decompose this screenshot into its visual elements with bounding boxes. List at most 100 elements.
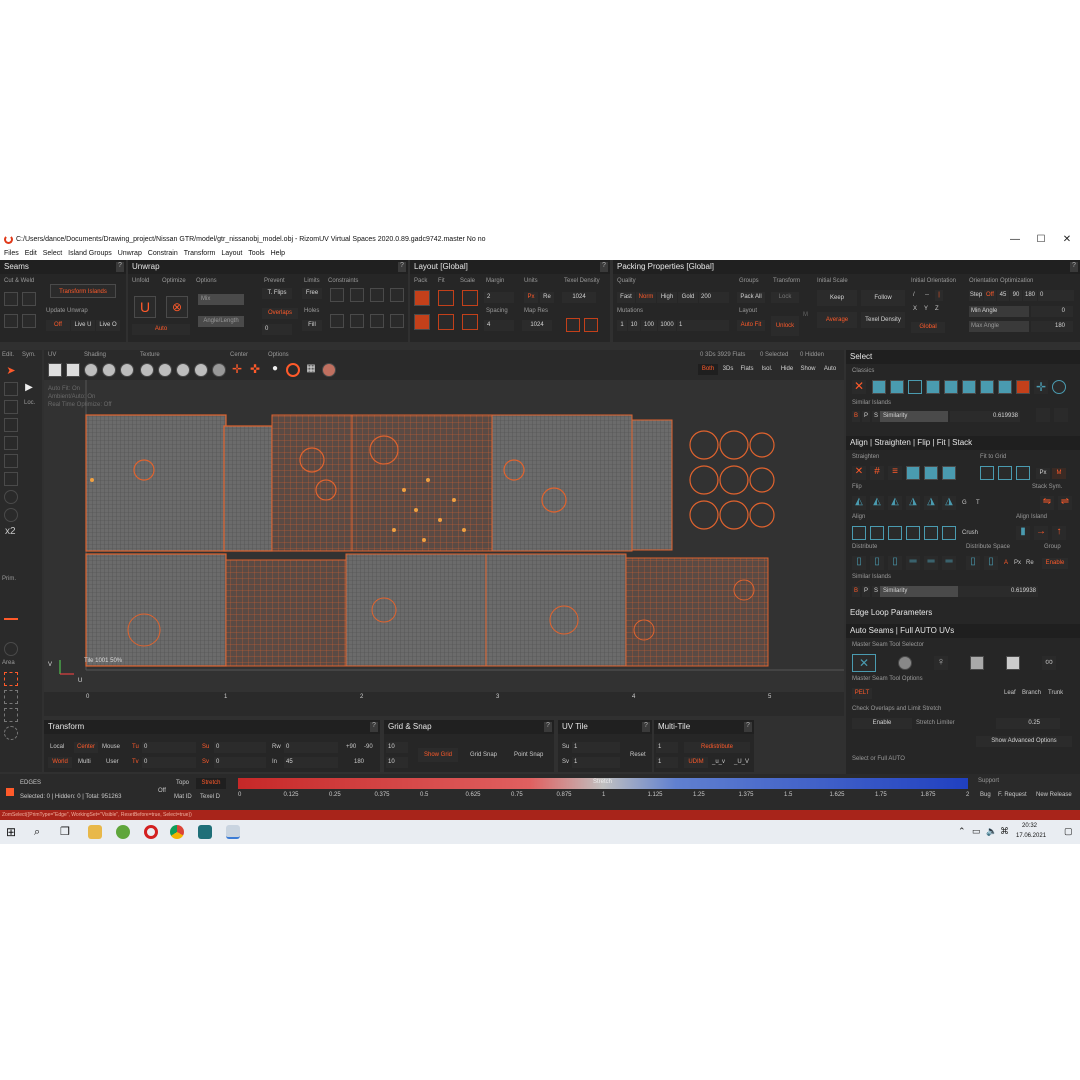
edge-icon[interactable] xyxy=(4,606,18,620)
crush-button[interactable]: Crush xyxy=(962,530,978,536)
zero-field[interactable]: 0 xyxy=(262,324,292,335)
auto-view-button[interactable]: Auto xyxy=(820,364,840,375)
su-field[interactable]: 0 xyxy=(214,742,266,753)
similar-grow-icon[interactable] xyxy=(1054,408,1068,422)
fill-button[interactable]: Fill xyxy=(302,320,322,331)
show-grid-button[interactable]: Show Grid xyxy=(418,748,458,762)
max-angle-field[interactable]: 180 xyxy=(1031,321,1073,332)
align-similar-p-button[interactable]: P xyxy=(862,586,870,597)
trunk-button[interactable]: Trunk xyxy=(1048,690,1063,696)
texture-grid-icon[interactable] xyxy=(176,363,190,377)
free-button[interactable]: Free xyxy=(302,288,322,299)
align-1-icon[interactable] xyxy=(852,526,866,540)
mat-id-button[interactable]: Mat ID xyxy=(174,794,192,800)
mut-1-button[interactable]: 1 xyxy=(617,320,627,331)
box-icon[interactable] xyxy=(4,472,18,486)
box-tool-icon[interactable] xyxy=(1006,656,1020,670)
leaf-button[interactable]: Leaf xyxy=(1004,690,1016,696)
plus-90-button[interactable]: +90 xyxy=(346,744,356,750)
similar-s-button[interactable]: S xyxy=(872,411,880,422)
uv-lower-button[interactable]: _u_v xyxy=(712,759,725,765)
clock-date[interactable]: 17.06.2021 xyxy=(1016,833,1046,839)
weld-loop-icon[interactable] xyxy=(22,314,36,328)
stretch-button[interactable]: Stretch xyxy=(196,778,226,789)
margin-field[interactable]: 2 xyxy=(484,292,514,303)
distribute-6-icon[interactable]: ═ xyxy=(942,556,956,570)
pin-tool-icon[interactable] xyxy=(4,540,18,554)
average-button[interactable]: Average xyxy=(817,312,857,328)
unpin-icon[interactable] xyxy=(330,314,344,328)
keep-button[interactable]: Keep xyxy=(817,290,857,306)
f-request-button[interactable]: F. Request xyxy=(998,792,1027,798)
texture-sphere-icon[interactable] xyxy=(212,363,226,377)
distribute-space-2-icon[interactable]: ▯ xyxy=(984,556,998,570)
link-tool-icon[interactable]: ∞ xyxy=(1042,656,1056,670)
uv-frame-icon[interactable] xyxy=(48,363,62,377)
select-grid-2-icon[interactable] xyxy=(926,380,940,394)
align-similar-b-button[interactable]: B xyxy=(852,586,860,597)
shading-wire-icon[interactable] xyxy=(102,363,116,377)
shading-flat-icon[interactable] xyxy=(84,363,98,377)
symmetry-icon[interactable] xyxy=(22,364,36,378)
sphere-tool-icon[interactable] xyxy=(898,656,912,670)
cursor-icon[interactable]: ▶ xyxy=(22,382,36,396)
similar-p-button[interactable]: P xyxy=(862,411,870,422)
clock-time[interactable]: 20:32 xyxy=(1022,823,1037,829)
overlaps-button[interactable]: Overlaps xyxy=(262,308,298,319)
circle-area-icon[interactable] xyxy=(4,726,18,740)
volume-icon[interactable]: 🔈 xyxy=(986,826,997,837)
3dsmax-icon[interactable] xyxy=(198,825,212,839)
mut-1000-button[interactable]: 1000 xyxy=(658,320,676,331)
flip-5-icon[interactable]: ◮ xyxy=(924,496,938,510)
cross-icon[interactable] xyxy=(350,314,364,328)
pack-all-button[interactable]: Pack All xyxy=(737,292,765,303)
straighten-1-icon[interactable]: ✕ xyxy=(852,466,866,480)
menu-files[interactable]: Files xyxy=(4,250,19,257)
center-cross-icon[interactable]: ✛ xyxy=(230,363,244,377)
similar-b-button[interactable]: B xyxy=(852,411,860,422)
pelt-tool-icon[interactable]: ✕ xyxy=(852,654,876,672)
align-5-icon[interactable] xyxy=(924,526,938,540)
unfold-icon[interactable]: U xyxy=(134,296,156,318)
select-grid-6-icon[interactable] xyxy=(998,380,1012,394)
align-6-icon[interactable] xyxy=(942,526,956,540)
orient-y[interactable]: Y xyxy=(924,306,928,312)
distribute-3-icon[interactable]: ▯ xyxy=(888,556,902,570)
select-cross-icon[interactable]: ✛ xyxy=(1034,380,1048,394)
flip-t-button[interactable]: T xyxy=(976,500,980,506)
unlock-button[interactable]: Unlock xyxy=(771,316,799,336)
optimize-icon[interactable]: ⊗ xyxy=(166,296,188,318)
udim-button[interactable]: UDIM xyxy=(684,757,708,768)
distribute-5-icon[interactable]: ═ xyxy=(924,556,938,570)
mesh-icon[interactable] xyxy=(4,418,18,432)
distribute-1-icon[interactable]: ▯ xyxy=(852,556,866,570)
horizontal-line-icon[interactable] xyxy=(350,288,364,302)
grid-toggle-icon[interactable]: ▦ xyxy=(304,363,318,377)
select-grid-icon[interactable] xyxy=(872,380,886,394)
select-corner-icon[interactable] xyxy=(890,380,904,394)
bulb-icon[interactable]: ● xyxy=(268,363,282,377)
pack-icon[interactable] xyxy=(414,290,430,306)
pin-icon[interactable] xyxy=(330,288,344,302)
norm-button[interactable]: Norm xyxy=(636,292,656,303)
select-grid-4-icon[interactable] xyxy=(962,380,976,394)
shield-icon[interactable] xyxy=(4,558,18,572)
flip-6-icon[interactable]: ◮ xyxy=(942,496,956,510)
select-arrow-icon[interactable]: ➤ xyxy=(4,364,18,378)
texture-checker-icon[interactable] xyxy=(158,363,172,377)
texel-density-button[interactable]: Texel Density xyxy=(861,312,905,328)
pelt-button[interactable]: PELT xyxy=(852,688,872,699)
live-o-button[interactable]: Live O xyxy=(96,320,120,331)
ring-icon[interactable] xyxy=(286,363,300,377)
flip-3-icon[interactable]: ◭ xyxy=(888,496,902,510)
px-button[interactable]: Px xyxy=(524,292,538,303)
redistribute-button[interactable]: Redistribute xyxy=(684,742,750,753)
notifications-icon[interactable]: ▢ xyxy=(1064,826,1073,837)
command-line[interactable]: ZomSelect({PrimType="Edge", WorkingSet="… xyxy=(0,810,1080,820)
fit-grid-2-icon[interactable] xyxy=(998,466,1012,480)
figure-tool-icon[interactable]: ♀ xyxy=(934,656,948,670)
multitile-1b-field[interactable]: 1 xyxy=(656,757,678,768)
opera-icon[interactable] xyxy=(144,825,158,839)
lasso-icon[interactable] xyxy=(4,690,18,704)
x2-button[interactable]: x2 xyxy=(5,526,16,537)
